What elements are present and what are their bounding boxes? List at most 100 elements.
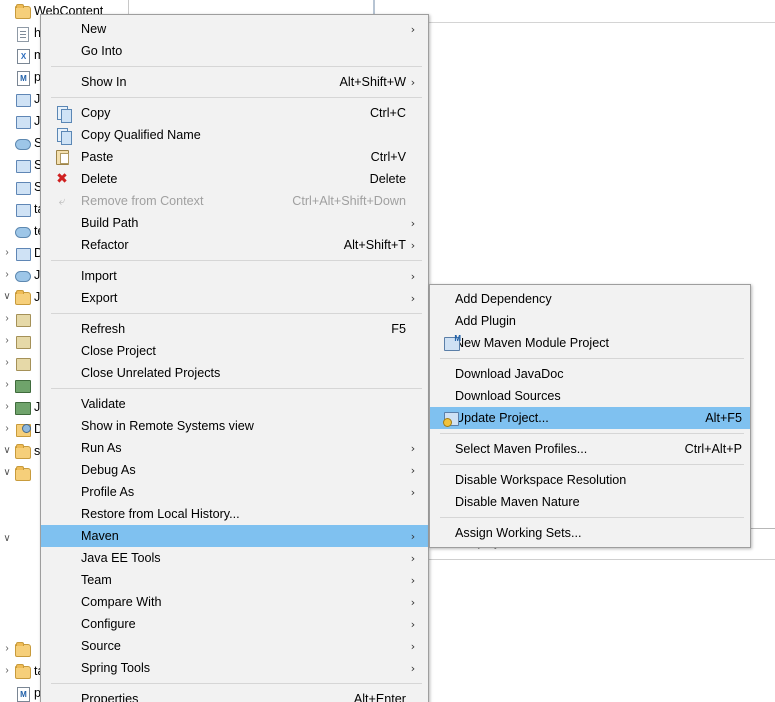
menu-item-validate[interactable]: Validate› bbox=[41, 393, 428, 415]
submenu-arrow-icon: › bbox=[410, 441, 416, 455]
menu-item-download-sources[interactable]: Download Sources bbox=[430, 385, 750, 407]
menu-item-new-maven-module-project[interactable]: New Maven Module Project bbox=[430, 332, 750, 354]
box-icon bbox=[14, 201, 31, 217]
java-resources-icon bbox=[14, 289, 31, 305]
menu-item-label: Disable Workspace Resolution bbox=[455, 473, 627, 487]
expand-arrow-icon[interactable]: › bbox=[0, 336, 14, 346]
box-icon bbox=[14, 91, 31, 107]
menu-item-label: Debug As bbox=[81, 463, 136, 477]
menu-item-label: Show In bbox=[81, 75, 127, 89]
menu-item-shortcut: Alt+Enter bbox=[353, 692, 406, 702]
expand-arrow-icon[interactable]: ∨ bbox=[0, 446, 14, 456]
menu-separator bbox=[440, 517, 744, 518]
menu-item-label: Build Path bbox=[81, 216, 139, 230]
submenu-arrow-icon: › bbox=[410, 661, 416, 675]
menu-item-show-in-remote-systems-view[interactable]: Show in Remote Systems view› bbox=[41, 415, 428, 437]
expand-arrow-icon[interactable]: › bbox=[0, 402, 14, 412]
copy-icon bbox=[54, 105, 72, 123]
menu-item-new[interactable]: New › bbox=[41, 18, 428, 40]
menu-item-label: Select Maven Profiles... bbox=[455, 442, 588, 456]
menu-item-compare-with[interactable]: Compare With › bbox=[41, 591, 428, 613]
menu-item-team[interactable]: Team › bbox=[41, 569, 428, 591]
menu-item-configure[interactable]: Configure › bbox=[41, 613, 428, 635]
expand-arrow-icon[interactable]: › bbox=[0, 380, 14, 390]
menu-item-label: Team bbox=[81, 573, 112, 587]
menu-item-label: Export bbox=[81, 291, 118, 305]
spring-icon bbox=[14, 179, 31, 195]
menu-item-source[interactable]: Source › bbox=[41, 635, 428, 657]
menu-item-label: Go Into bbox=[81, 44, 123, 58]
menu-item-export[interactable]: Export › bbox=[41, 287, 428, 309]
menu-item-paste[interactable]: PasteCtrl+V› bbox=[41, 146, 428, 168]
menu-item-refactor[interactable]: Refactor Alt+Shift+T › bbox=[41, 234, 428, 256]
menu-item-close-unrelated-projects[interactable]: Close Unrelated Projects› bbox=[41, 362, 428, 384]
expand-arrow-icon[interactable]: › bbox=[0, 424, 14, 434]
menu-item-copy-qualified-name[interactable]: Copy Qualified Name› bbox=[41, 124, 428, 146]
menu-item-select-maven-profiles[interactable]: Select Maven Profiles... Ctrl+Alt+P bbox=[430, 438, 750, 460]
menu-item-profile-as[interactable]: Profile As › bbox=[41, 481, 428, 503]
menu-item-copy[interactable]: CopyCtrl+C› bbox=[41, 102, 428, 124]
menu-item-label: Profile As bbox=[81, 485, 135, 499]
paste-icon bbox=[54, 149, 70, 165]
menu-item-label: Maven bbox=[81, 529, 119, 543]
project-context-menu[interactable]: New›Go Into›Show InAlt+Shift+W›CopyCtrl+… bbox=[40, 14, 429, 702]
menu-item-close-project[interactable]: Close Project› bbox=[41, 340, 428, 362]
menu-item-disable-maven-nature[interactable]: Disable Maven Nature bbox=[430, 491, 750, 513]
menu-item-label: Add Dependency bbox=[455, 292, 552, 306]
menu-item-disable-workspace-resolution[interactable]: Disable Workspace Resolution bbox=[430, 469, 750, 491]
expand-arrow-icon[interactable]: › bbox=[0, 270, 14, 280]
expand-arrow-icon[interactable]: › bbox=[0, 666, 14, 676]
menu-item-label: Validate bbox=[81, 397, 126, 411]
expand-arrow-icon[interactable]: › bbox=[0, 644, 14, 654]
menu-item-label: Refresh bbox=[81, 322, 126, 336]
menu-item-maven[interactable]: Maven › bbox=[41, 525, 428, 547]
menu-item-download-javadoc[interactable]: Download JavaDoc bbox=[430, 363, 750, 385]
tree-icon-placeholder bbox=[14, 575, 31, 591]
deploy-icon bbox=[14, 245, 31, 261]
menu-separator bbox=[51, 260, 422, 261]
submenu-arrow-icon: › bbox=[410, 291, 416, 305]
menu-item-label: Disable Maven Nature bbox=[455, 495, 580, 509]
expand-arrow-icon[interactable]: › bbox=[0, 314, 14, 324]
menu-item-label: Remove from Context bbox=[81, 194, 204, 208]
expand-arrow-icon[interactable]: ∨ bbox=[0, 534, 14, 544]
menu-item-import[interactable]: Import › bbox=[41, 265, 428, 287]
expand-arrow-icon[interactable]: › bbox=[0, 248, 14, 258]
submenu-arrow-icon: › bbox=[410, 485, 416, 499]
menu-separator bbox=[51, 313, 422, 314]
menu-item-label: Copy Qualified Name bbox=[81, 128, 201, 142]
tree-icon-placeholder bbox=[14, 553, 31, 569]
menu-item-show-in[interactable]: Show In Alt+Shift+W › bbox=[41, 71, 428, 93]
menu-item-spring-tools[interactable]: Spring Tools › bbox=[41, 657, 428, 679]
bottom-view-panel: les to display at this time. bbox=[423, 528, 775, 702]
menu-item-debug-as[interactable]: Debug As › bbox=[41, 459, 428, 481]
expand-arrow-icon[interactable]: ∨ bbox=[0, 468, 14, 478]
folder-open-icon bbox=[14, 465, 31, 481]
menu-item-go-into[interactable]: Go Into› bbox=[41, 40, 428, 62]
menu-item-update-project[interactable]: Update Project... Alt+F5 bbox=[430, 407, 750, 429]
menu-item-assign-working-sets[interactable]: Assign Working Sets... bbox=[430, 522, 750, 544]
menu-item-refresh[interactable]: RefreshF5› bbox=[41, 318, 428, 340]
menu-item-run-as[interactable]: Run As › bbox=[41, 437, 428, 459]
menu-item-add-plugin[interactable]: Add Plugin bbox=[430, 310, 750, 332]
menu-item-delete[interactable]: ✖DeleteDelete› bbox=[41, 168, 428, 190]
menu-item-label: Run As bbox=[81, 441, 122, 455]
menu-item-shortcut: F5 bbox=[391, 322, 406, 336]
box-icon bbox=[14, 157, 31, 173]
menu-item-restore-from-local-history[interactable]: Restore from Local History...› bbox=[41, 503, 428, 525]
menu-item-label: Refactor bbox=[81, 238, 129, 252]
menu-item-build-path[interactable]: Build Path › bbox=[41, 212, 428, 234]
menu-item-properties[interactable]: PropertiesAlt+Enter› bbox=[41, 688, 428, 702]
menu-item-label: Download Sources bbox=[455, 389, 561, 403]
library-icon bbox=[14, 377, 31, 393]
menu-item-label: Add Plugin bbox=[455, 314, 516, 328]
menu-item-label: Download JavaDoc bbox=[455, 367, 564, 381]
menu-item-shortcut: Alt+Shift+T bbox=[343, 238, 406, 252]
expand-arrow-icon[interactable]: › bbox=[0, 358, 14, 368]
submenu-arrow-icon: › bbox=[410, 617, 416, 631]
submenu-arrow-icon: › bbox=[410, 269, 416, 283]
expand-arrow-icon[interactable]: ∨ bbox=[0, 292, 14, 302]
menu-item-java-ee-tools[interactable]: Java EE Tools › bbox=[41, 547, 428, 569]
maven-submenu[interactable]: Add Dependency Add Plugin New Maven Module… bbox=[429, 284, 751, 548]
menu-item-add-dependency[interactable]: Add Dependency bbox=[430, 288, 750, 310]
